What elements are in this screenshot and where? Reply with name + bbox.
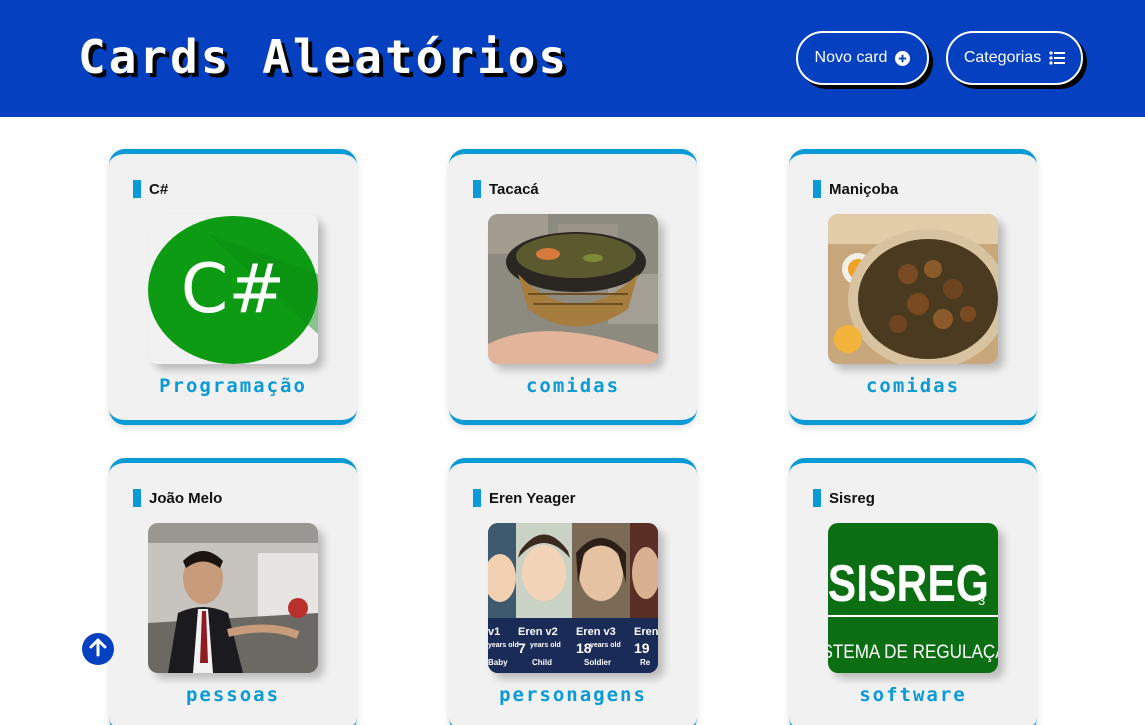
card-image-manicoba <box>828 214 998 364</box>
plus-circle-icon <box>895 50 911 66</box>
card-image-csharp-logo: C# <box>148 214 318 364</box>
arrow-up-icon <box>88 637 108 662</box>
card-image-tacaca <box>488 214 658 364</box>
title-accent-bar <box>813 489 821 507</box>
eren-label-3: Eren v3 <box>576 626 616 638</box>
card-title: C# <box>133 180 168 198</box>
list-icon <box>1049 51 1066 65</box>
categories-button[interactable]: Categorias <box>946 31 1083 85</box>
card-title: Sisreg <box>813 489 875 507</box>
eren-age-2: 7 <box>518 640 526 656</box>
header-bar: Cards Aleatórios Novo card Categorias <box>0 0 1145 117</box>
card-title-text: Eren Yeager <box>489 489 576 507</box>
title-accent-bar <box>133 180 141 198</box>
eren-years-3: years old <box>590 642 621 649</box>
card-tacaca[interactable]: Tacacá comidas <box>449 149 697 425</box>
categories-label: Categorias <box>963 49 1042 66</box>
eren-age-4: 19 <box>634 640 650 656</box>
title-accent-bar <box>473 489 481 507</box>
eren-stage-1: Baby <box>488 658 508 667</box>
card-title-text: Sisreg <box>829 489 875 507</box>
card-csharp[interactable]: C# C# Programação <box>109 149 357 425</box>
eren-stage-2: Child <box>532 658 552 667</box>
eren-stage-3: Soldier <box>584 658 611 667</box>
card-title-text: C# <box>149 180 169 198</box>
title-accent-bar <box>473 180 481 198</box>
card-image-eren-collage: v1 Eren v2 Eren v3 Eren 7 18 19 years ol… <box>488 523 658 673</box>
card-eren-yeager[interactable]: Eren Yeager v1 Eren v2 Eren v3 Eren 7 18… <box>449 458 697 725</box>
card-title-text: João Melo <box>149 489 223 507</box>
csharp-logo-text: C# <box>181 250 285 329</box>
card-title: Eren Yeager <box>473 489 575 507</box>
title-accent-bar <box>133 489 141 507</box>
card-image-sisreg-logo: SISREG 3 SISTEMA DE REGULAÇÃO <box>828 523 998 673</box>
card-category[interactable]: Programação <box>109 375 357 397</box>
eren-label-1: v1 <box>488 626 500 638</box>
card-category[interactable]: personagens <box>449 684 697 706</box>
card-joao-melo[interactable]: João Melo pessoas <box>109 458 357 725</box>
card-category[interactable]: software <box>789 684 1037 706</box>
eren-stage-4: Re <box>640 658 651 667</box>
card-title: Tacacá <box>473 180 539 198</box>
eren-label-2: Eren v2 <box>518 626 558 638</box>
card-title-text: Maniçoba <box>829 180 899 198</box>
card-title: Maniçoba <box>813 180 898 198</box>
new-card-button[interactable]: Novo card <box>796 31 929 85</box>
card-manicoba[interactable]: Maniçoba comidas <box>789 149 1037 425</box>
eren-years-1: years old <box>488 642 519 649</box>
title-accent-bar <box>813 180 821 198</box>
card-image-man-in-car <box>148 523 318 673</box>
new-card-label: Novo card <box>814 49 888 66</box>
card-category[interactable]: comidas <box>449 375 697 397</box>
card-title: João Melo <box>133 489 222 507</box>
eren-years-2: years old <box>530 642 561 649</box>
card-category[interactable]: pessoas <box>109 684 357 706</box>
eren-label-4: Eren <box>634 626 658 638</box>
card-sisreg[interactable]: Sisreg SISREG 3 SISTEMA DE REGULAÇÃO sof… <box>789 458 1037 725</box>
sisreg-logo-sub: 3 <box>978 593 985 608</box>
card-title-text: Tacacá <box>489 180 539 198</box>
page-title: Cards Aleatórios <box>78 30 570 84</box>
sisreg-logo-text: SISREG <box>828 555 989 613</box>
back-to-top-button[interactable] <box>82 633 114 665</box>
sisreg-caption: SISTEMA DE REGULAÇÃO <box>828 640 998 662</box>
card-category[interactable]: comidas <box>789 375 1037 397</box>
